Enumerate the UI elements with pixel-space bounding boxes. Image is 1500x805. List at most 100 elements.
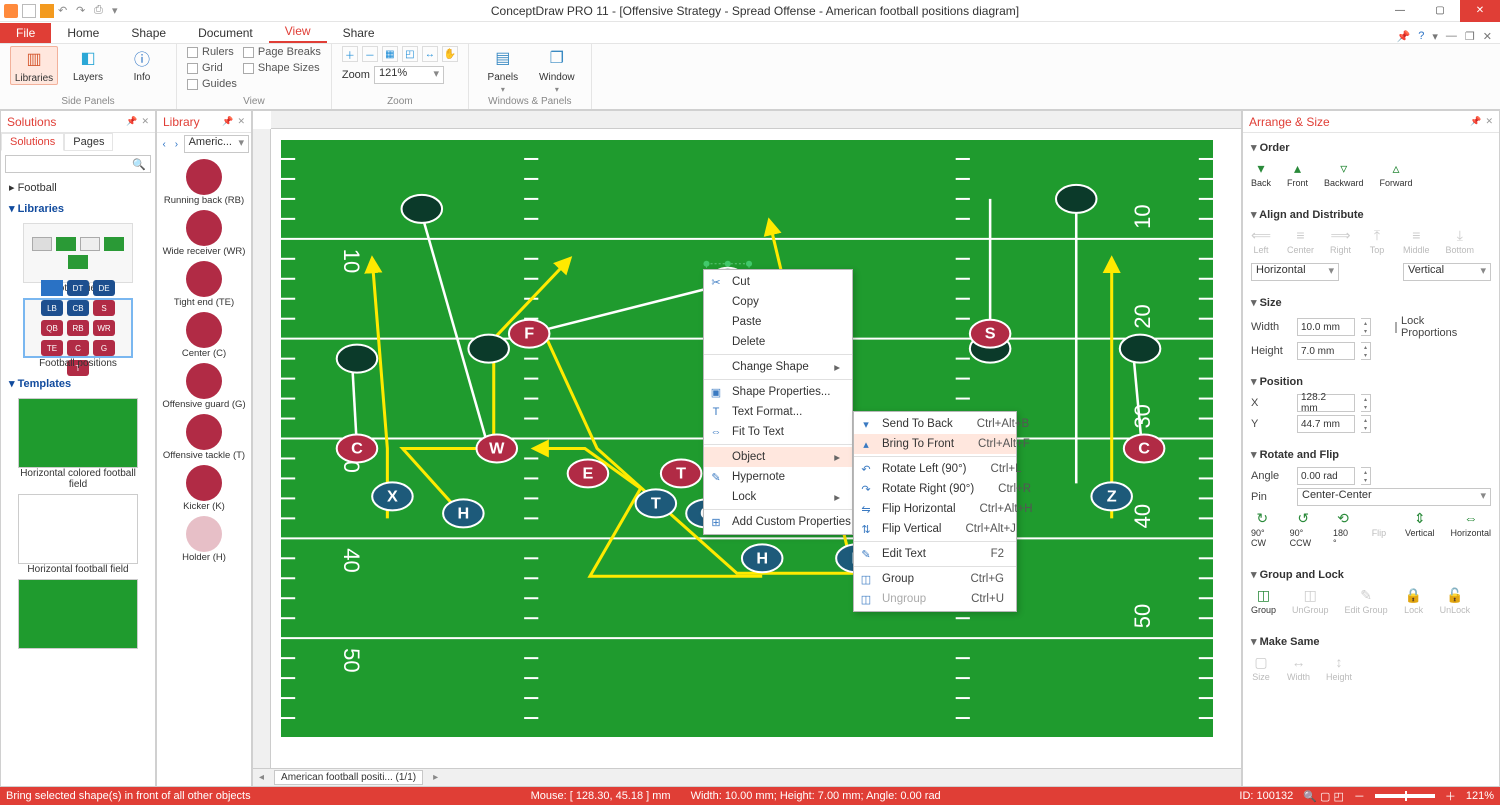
mi-flip-v[interactable]: ⇅Flip VerticalCtrl+Alt+J bbox=[854, 519, 1016, 539]
rot-cw[interactable]: ↻90° CW bbox=[1251, 510, 1274, 548]
chk-grid[interactable]: Grid bbox=[187, 62, 237, 74]
group-btn[interactable]: ◫Group bbox=[1251, 587, 1276, 615]
flip-v[interactable]: ⇕Vertical bbox=[1405, 510, 1435, 548]
mi-add-custom[interactable]: ⊞Add Custom Properties bbox=[704, 512, 852, 532]
tree-libraries[interactable]: Libraries bbox=[1, 198, 155, 219]
sect-order[interactable]: Order bbox=[1251, 141, 1491, 154]
mdi-min-icon[interactable]: — bbox=[1446, 30, 1457, 43]
collapse-ribbon-icon[interactable]: ▾ bbox=[1432, 30, 1438, 43]
window-button[interactable]: ❐ Window ▾ bbox=[533, 46, 581, 94]
tab-shape[interactable]: Shape bbox=[115, 23, 182, 43]
mi-change-shape[interactable]: Change Shape▸ bbox=[704, 357, 852, 377]
solutions-search[interactable]: 🔍 bbox=[5, 155, 151, 173]
y-input[interactable]: 44.7 mm bbox=[1297, 415, 1355, 433]
sect-size[interactable]: Size bbox=[1251, 296, 1491, 309]
distribute-v[interactable]: Vertical bbox=[1403, 263, 1491, 281]
chk-shape-sizes[interactable]: Shape Sizes bbox=[243, 62, 321, 74]
order-backward[interactable]: ▿Backward bbox=[1324, 160, 1364, 188]
width-input[interactable]: 10.0 mm bbox=[1297, 318, 1355, 336]
pin-ribbon-icon[interactable]: 📌 bbox=[1397, 30, 1411, 43]
chk-guides[interactable]: Guides bbox=[187, 78, 237, 90]
sect-make-same[interactable]: Make Same bbox=[1251, 635, 1491, 648]
tab-home[interactable]: Home bbox=[51, 23, 115, 43]
subtab-solutions[interactable]: Solutions bbox=[1, 133, 64, 151]
mi-lock[interactable]: Lock▸ bbox=[704, 487, 852, 507]
print-icon[interactable]: ⎙ bbox=[94, 4, 108, 18]
tpl-white-field[interactable]: Horizontal football field bbox=[18, 494, 138, 575]
mi-text-format[interactable]: TText Format... bbox=[704, 402, 852, 422]
height-input[interactable]: 7.0 mm bbox=[1297, 342, 1355, 360]
new-icon[interactable] bbox=[22, 4, 36, 18]
pin-combo[interactable]: Center-Center bbox=[1297, 488, 1491, 506]
shape-holder[interactable]: Holder (H) bbox=[157, 516, 251, 563]
shape-tight-end[interactable]: Tight end (TE) bbox=[157, 261, 251, 308]
save-icon[interactable] bbox=[40, 4, 54, 18]
angle-input[interactable]: 0.00 rad bbox=[1297, 467, 1355, 485]
distribute-h[interactable]: Horizontal bbox=[1251, 263, 1339, 281]
zoom-in-icon[interactable]: ＋ bbox=[342, 46, 358, 62]
mi-paste[interactable]: Paste bbox=[704, 312, 852, 332]
tab-prev-icon[interactable]: ◂ bbox=[253, 772, 270, 783]
x-input[interactable]: 128.2 mm bbox=[1297, 394, 1355, 412]
lock-proportions[interactable]: Lock Proportions bbox=[1395, 315, 1435, 339]
mi-object[interactable]: Object▸ bbox=[704, 447, 852, 467]
mi-shape-properties[interactable]: ▣Shape Properties... bbox=[704, 382, 852, 402]
pin-icon[interactable]: 📌 bbox=[126, 116, 137, 127]
lib-football-positions[interactable]: DT DE LB CB S QB RB WR TE C G T Football… bbox=[1, 298, 155, 369]
mi-rotate-right[interactable]: ↷Rotate Right (90°)Ctrl+R bbox=[854, 479, 1016, 499]
mi-flip-h[interactable]: ⇋Flip HorizontalCtrl+Alt+H bbox=[854, 499, 1016, 519]
tab-document[interactable]: Document bbox=[182, 23, 269, 43]
rot-180[interactable]: ⟲180 ° bbox=[1333, 510, 1353, 548]
maximize-button[interactable]: ▢ bbox=[1420, 0, 1460, 22]
page-tab[interactable]: American football positi... (1/1) bbox=[274, 770, 423, 785]
shape-kicker[interactable]: Kicker (K) bbox=[157, 465, 251, 512]
flip-h[interactable]: ⇔Horizontal bbox=[1450, 510, 1491, 548]
chk-rulers[interactable]: Rulers bbox=[187, 46, 237, 58]
panels-button[interactable]: ▤ Panels ▾ bbox=[479, 46, 527, 94]
chk-page-breaks[interactable]: Page Breaks bbox=[243, 46, 321, 58]
mi-edit-text[interactable]: ✎Edit TextF2 bbox=[854, 544, 1016, 564]
mi-group[interactable]: ◫GroupCtrl+G bbox=[854, 569, 1016, 589]
tab-file[interactable]: File bbox=[0, 23, 51, 43]
zoom-selection-icon[interactable]: ◰ bbox=[402, 46, 418, 62]
shape-running-back[interactable]: Running back (RB) bbox=[157, 159, 251, 206]
tab-view[interactable]: View bbox=[269, 21, 327, 43]
mi-copy[interactable]: Copy bbox=[704, 292, 852, 312]
shape-offensive-guard[interactable]: Offensive guard (G) bbox=[157, 363, 251, 410]
nav-next-icon[interactable]: › bbox=[171, 137, 181, 151]
sect-rotate[interactable]: Rotate and Flip bbox=[1251, 448, 1491, 461]
minimize-button[interactable]: — bbox=[1380, 0, 1420, 22]
shape-center[interactable]: Center (C) bbox=[157, 312, 251, 359]
layers-button[interactable]: ◧ Layers bbox=[64, 46, 112, 83]
mi-rotate-left[interactable]: ↶Rotate Left (90°)Ctrl+L bbox=[854, 459, 1016, 479]
height-spin[interactable]: ▴▾ bbox=[1361, 342, 1371, 360]
mi-cut[interactable]: ✂Cut bbox=[704, 272, 852, 292]
shape-offensive-tackle[interactable]: Offensive tackle (T) bbox=[157, 414, 251, 461]
sect-align[interactable]: Align and Distribute bbox=[1251, 208, 1491, 221]
rot-ccw[interactable]: ↺90° CCW bbox=[1290, 510, 1317, 548]
dropdown-icon[interactable]: ▾ bbox=[112, 4, 126, 18]
mi-bring-front[interactable]: ▴Bring To FrontCtrl+Alt+F bbox=[854, 434, 1016, 454]
pin-icon[interactable]: 📌 bbox=[222, 116, 233, 127]
close-panel-icon[interactable]: ✕ bbox=[1485, 116, 1493, 127]
nav-prev-icon[interactable]: ‹ bbox=[159, 137, 169, 151]
info-button[interactable]: ⓘ Info bbox=[118, 46, 166, 83]
sect-position[interactable]: Position bbox=[1251, 375, 1491, 388]
mi-send-back[interactable]: ▾Send To BackCtrl+Alt+B bbox=[854, 414, 1016, 434]
libraries-button[interactable]: ▥ Libraries bbox=[10, 46, 58, 85]
status-zoom-icons[interactable]: 🔍 ▢ ◰ bbox=[1303, 790, 1344, 803]
mdi-restore-icon[interactable]: ❐ bbox=[1465, 30, 1475, 43]
zoom-fit-icon[interactable]: ▦ bbox=[382, 46, 398, 62]
order-forward[interactable]: ▵Forward bbox=[1380, 160, 1413, 188]
close-panel-icon[interactable]: ✕ bbox=[237, 116, 245, 127]
pan-icon[interactable]: ✋ bbox=[442, 46, 458, 62]
pin-icon[interactable]: 📌 bbox=[1470, 116, 1481, 127]
sect-group[interactable]: Group and Lock bbox=[1251, 568, 1491, 581]
mi-fit-to-text[interactable]: ⇔Fit To Text bbox=[704, 422, 852, 442]
undo-icon[interactable]: ↶ bbox=[58, 4, 72, 18]
width-spin[interactable]: ▴▾ bbox=[1361, 318, 1371, 336]
zoom-out-icon[interactable]: － bbox=[362, 46, 378, 62]
mi-delete[interactable]: Delete bbox=[704, 332, 852, 352]
tree-templates[interactable]: Templates bbox=[1, 373, 155, 394]
help-icon[interactable]: ? bbox=[1418, 30, 1424, 43]
